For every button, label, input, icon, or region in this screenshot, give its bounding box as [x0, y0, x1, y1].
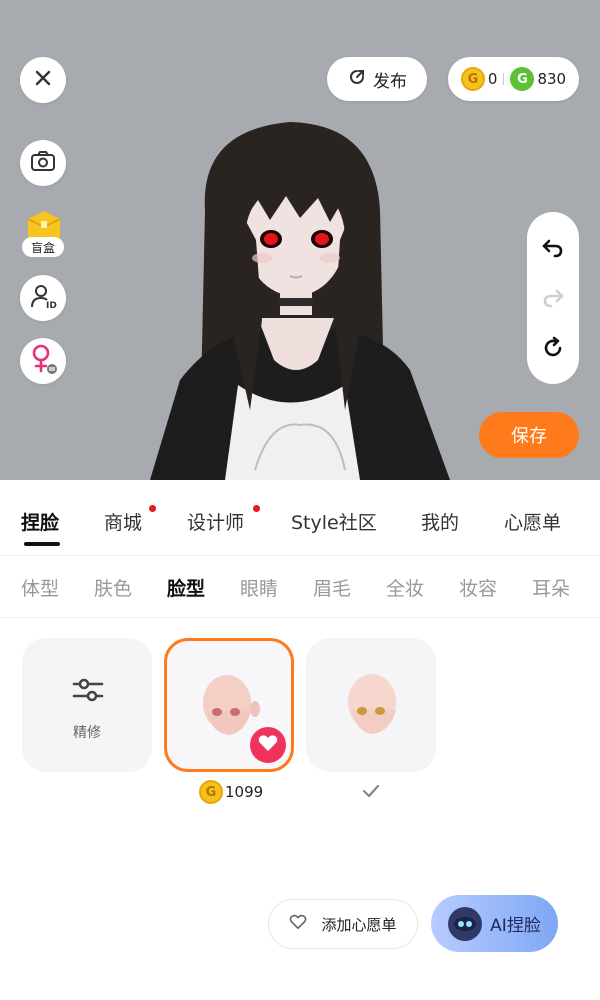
- heart-icon: [258, 734, 278, 756]
- tab-face-editor[interactable]: 捏脸: [21, 508, 59, 535]
- face-shape-item[interactable]: [306, 638, 436, 772]
- ai-face-button[interactable]: AI捏脸: [431, 895, 558, 952]
- close-button[interactable]: [20, 57, 66, 103]
- sliders-icon: [72, 676, 104, 708]
- add-to-wishlist-button[interactable]: 添加心愿单: [268, 899, 418, 949]
- reset-icon[interactable]: [541, 336, 565, 364]
- item-price: G 1099: [199, 780, 263, 804]
- subtab-skin[interactable]: 肤色: [94, 574, 132, 601]
- subtab-makeup[interactable]: 妆容: [459, 574, 497, 601]
- history-toolbar: [527, 212, 579, 384]
- green-coin-icon: G: [510, 67, 535, 91]
- publish-icon: [347, 67, 367, 91]
- female-swap-icon: [28, 343, 58, 379]
- subtab-eyebrows[interactable]: 眉毛: [313, 574, 351, 601]
- subtab-body[interactable]: 体型: [21, 574, 59, 601]
- subtab-face-shape[interactable]: 脸型: [167, 574, 205, 601]
- refine-label: 精修: [73, 725, 101, 741]
- currency-balance[interactable]: G 0 G 830: [448, 57, 579, 101]
- favorite-badge[interactable]: [250, 727, 286, 763]
- profile-id-icon: ID: [29, 282, 57, 314]
- gold-coin-icon: G: [199, 780, 223, 804]
- gold-coin-count: 0: [487, 70, 498, 88]
- notification-dot: [149, 505, 156, 512]
- gold-coin-icon: G: [460, 67, 485, 91]
- owned-check-icon: [362, 783, 380, 802]
- notification-dot: [253, 505, 260, 512]
- robot-icon: [448, 906, 483, 941]
- divider: [503, 73, 505, 85]
- wishlist-label: 添加心愿单: [321, 915, 397, 934]
- face-shape-thumbnail: [348, 674, 396, 734]
- tab-mine[interactable]: 我的: [421, 508, 459, 535]
- tab-designer[interactable]: 设计师: [187, 508, 244, 535]
- camera-button[interactable]: [20, 140, 66, 186]
- tab-style-community[interactable]: Style社区: [291, 508, 377, 535]
- svg-text:ID: ID: [46, 301, 57, 310]
- tab-wishlist[interactable]: 心愿单: [504, 508, 561, 535]
- tab-shop[interactable]: 商城: [104, 508, 142, 535]
- blindbox-button[interactable]: 盲盒: [20, 205, 68, 261]
- subtab-eyes[interactable]: 眼睛: [240, 574, 278, 601]
- heart-outline-icon: [289, 914, 307, 934]
- close-icon: [34, 69, 52, 91]
- subtab-ears[interactable]: 耳朵: [532, 574, 570, 601]
- publish-button[interactable]: 发布: [327, 57, 427, 101]
- camera-icon: [30, 150, 56, 176]
- green-coin-count: 830: [537, 70, 567, 88]
- face-shape-item-selected[interactable]: [164, 638, 294, 772]
- publish-label: 发布: [373, 71, 407, 92]
- blindbox-label: 盲盒: [30, 240, 55, 255]
- subtab-full-makeup[interactable]: 全妆: [386, 574, 424, 601]
- gender-switch-button[interactable]: [20, 338, 66, 384]
- active-tab-indicator: [24, 542, 60, 546]
- main-tabs: 捏脸 商城 设计师 Style社区 我的 心愿单: [0, 500, 600, 556]
- price-value: 1099: [225, 783, 264, 801]
- refine-card[interactable]: 精修: [22, 638, 152, 772]
- sub-tabs: 体型 肤色 脸型 眼睛 眉毛 全妆 妆容 耳朵: [0, 556, 600, 618]
- redo-icon[interactable]: [541, 286, 565, 314]
- save-button[interactable]: 保存: [479, 412, 579, 458]
- profile-id-button[interactable]: ID: [20, 275, 66, 321]
- ai-face-label: AI捏脸: [490, 916, 541, 936]
- undo-icon[interactable]: [541, 236, 565, 264]
